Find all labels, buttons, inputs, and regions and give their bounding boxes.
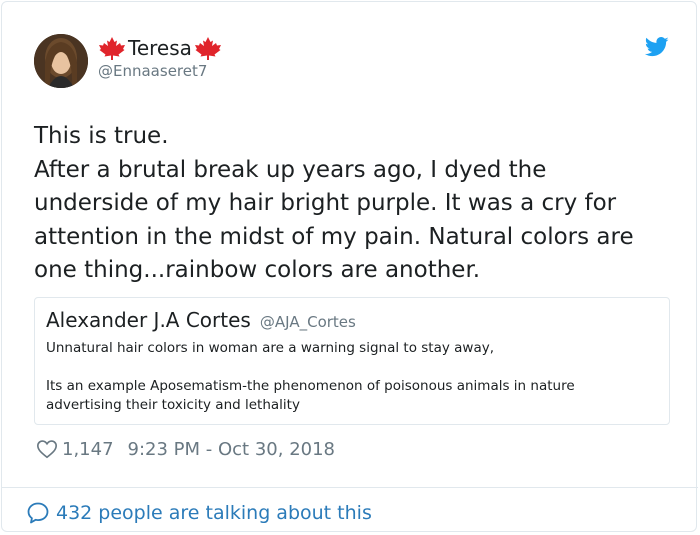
quoted-tweet[interactable]: Alexander J.A Cortes @AJA_Cortes Unnatur… [34, 297, 670, 425]
quoted-tweet-header: Alexander J.A Cortes @AJA_Cortes [46, 308, 356, 332]
maple-leaf-icon [194, 37, 221, 60]
quoted-author-name: Alexander J.A Cortes [46, 308, 251, 332]
tweet-text-line: one thing...rainbow colors are another. [34, 257, 481, 283]
tweet-text-line: attention in the midst of my pain. Natur… [34, 223, 634, 250]
conversation-count-label: 432 people are talking about this [56, 502, 372, 524]
twitter-bird-icon[interactable] [645, 37, 669, 57]
speech-bubble-icon [27, 502, 49, 524]
tweet-text-line: This is true. [34, 123, 169, 149]
author-name-row[interactable]: Teresa [98, 35, 222, 61]
avatar[interactable] [34, 34, 88, 88]
like-count[interactable]: 1,147 [62, 439, 114, 460]
quoted-tweet-text-line: Its an example Aposematism-the phenomeno… [46, 378, 575, 394]
quoted-tweet-text-line: Unnatural hair colors in woman are a war… [46, 340, 494, 356]
divider [2, 487, 698, 488]
tweet-card: Teresa @Ennaaseret7 This is true. After … [1, 1, 698, 532]
conversation-link[interactable]: 432 people are talking about this [26, 499, 372, 527]
tweet-text-line: After a brutal break up years ago, I dye… [34, 156, 547, 183]
author-handle[interactable]: @Ennaaseret7 [98, 62, 207, 80]
author-display-name: Teresa [128, 36, 192, 60]
quoted-tweet-text-line: advertising their toxicity and lethality [46, 397, 300, 413]
heart-icon[interactable] [36, 438, 58, 460]
tweet-meta: 1,147 9:23 PM - Oct 30, 2018 [36, 436, 335, 462]
maple-leaf-icon [99, 37, 125, 60]
tweet-text-line: underside of my hair bright purple. It w… [34, 190, 617, 216]
tweet-timestamp[interactable]: 9:23 PM - Oct 30, 2018 [128, 439, 335, 460]
quoted-author-handle: @AJA_Cortes [259, 313, 356, 331]
tweet-text: This is true. After a brutal break up ye… [34, 120, 674, 288]
